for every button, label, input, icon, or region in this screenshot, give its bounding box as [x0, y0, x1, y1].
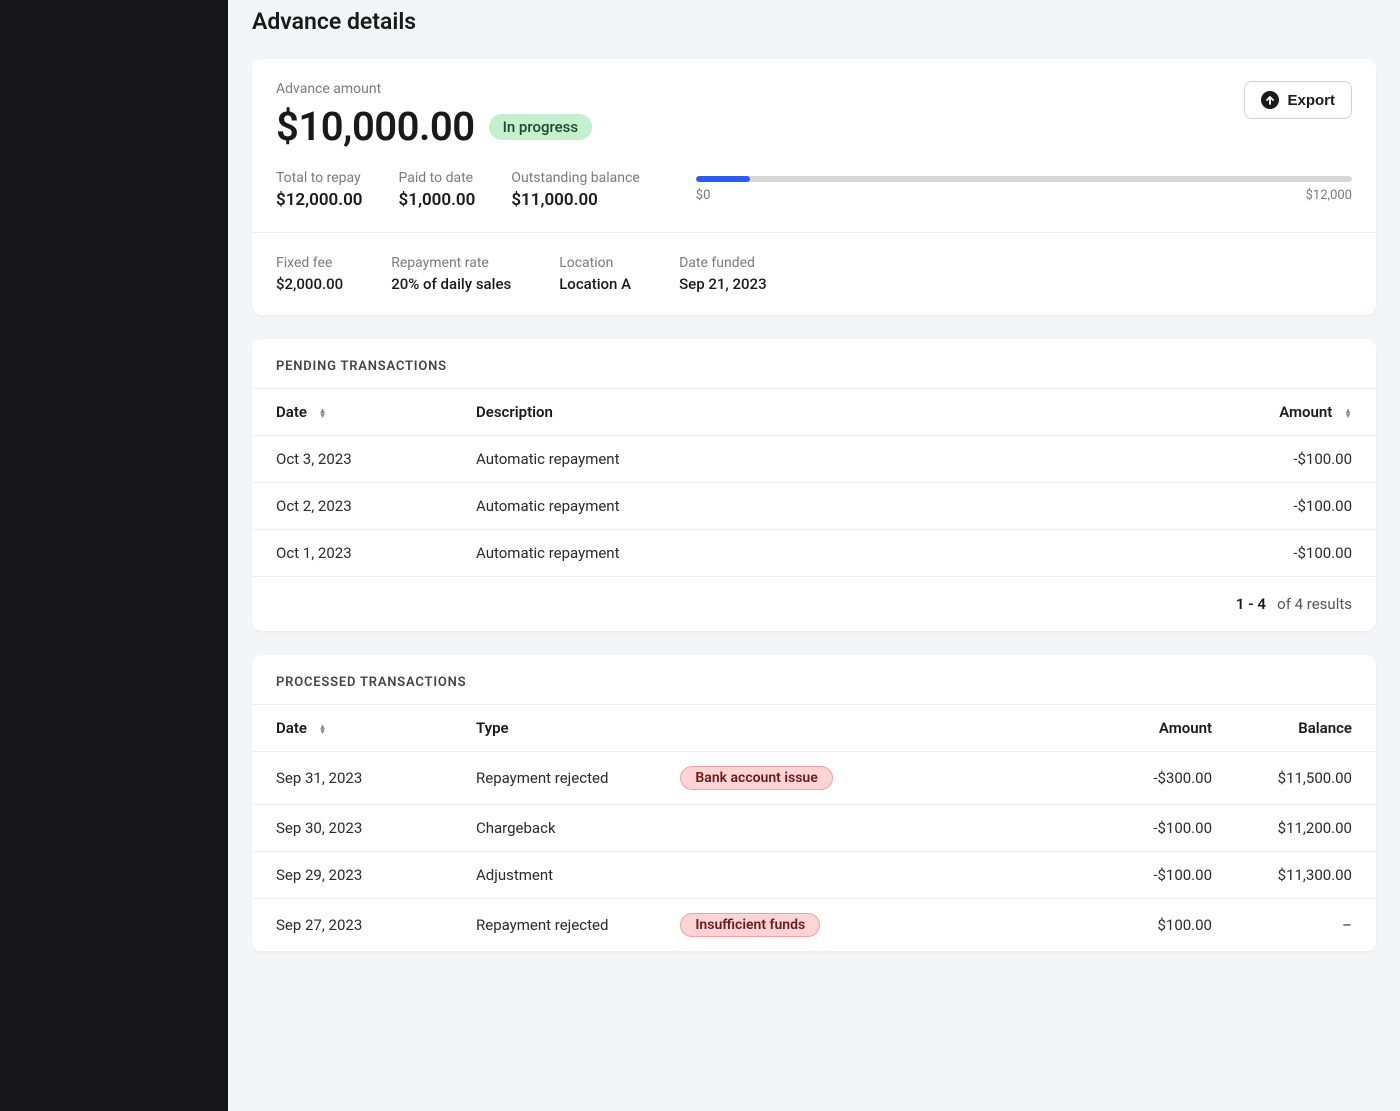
outstanding-balance: Outstanding balance $11,000.00 — [511, 170, 639, 210]
outstanding-label: Outstanding balance — [511, 170, 639, 186]
date-funded-label: Date funded — [679, 255, 767, 271]
processed-date-cell: Sep 31, 2023 — [252, 752, 452, 805]
processed-balance-cell: $11,200.00 — [1236, 805, 1376, 852]
progress-max: $12,000 — [1306, 188, 1352, 203]
table-row[interactable]: Sep 30, 2023Chargeback-$100.00$11,200.00 — [252, 805, 1376, 852]
location: Location Location A — [559, 255, 631, 293]
pagination-range: 1 - 4 — [1236, 595, 1266, 613]
processed-type-cell: Adjustment — [452, 852, 1086, 899]
total-to-repay: Total to repay $12,000.00 — [276, 170, 363, 210]
export-button[interactable]: Export — [1244, 81, 1352, 119]
fixed-fee-value: $2,000.00 — [276, 275, 343, 293]
summary-card: Advance amount $10,000.00 In progress Ex… — [252, 59, 1376, 315]
processed-table: Date ▲▼ Type Amount Balance Sep 31, 2023… — [252, 704, 1376, 952]
export-icon — [1261, 91, 1279, 109]
sort-icon: ▲▼ — [319, 408, 327, 418]
advance-amount-value: $10,000.00 — [276, 103, 475, 150]
paid-to-date: Paid to date $1,000.00 — [399, 170, 476, 210]
processed-amount-cell: -$100.00 — [1086, 805, 1236, 852]
outstanding-value: $11,000.00 — [511, 190, 639, 210]
processed-date-header[interactable]: Date ▲▼ — [252, 705, 452, 752]
processed-title: PROCESSED TRANSACTIONS — [252, 655, 1376, 704]
page-title: Advance details — [252, 0, 1376, 59]
table-row[interactable]: Oct 2, 2023Automatic repayment-$100.00 — [252, 483, 1376, 530]
fixed-fee: Fixed fee $2,000.00 — [276, 255, 343, 293]
processed-date-cell: Sep 27, 2023 — [252, 899, 452, 952]
status-badge: Insufficient funds — [680, 913, 820, 937]
processed-type-cell: Repayment rejectedInsufficient funds — [452, 899, 1086, 952]
pending-transactions-card: PENDING TRANSACTIONS Date ▲▼ Description… — [252, 339, 1376, 631]
pending-amount-cell: -$100.00 — [1226, 530, 1376, 577]
fixed-fee-label: Fixed fee — [276, 255, 343, 271]
pending-amount-cell: -$100.00 — [1226, 483, 1376, 530]
pending-pagination: 1 - 4 of 4 results — [252, 577, 1376, 631]
table-row[interactable]: Oct 3, 2023Automatic repayment-$100.00 — [252, 436, 1376, 483]
advance-amount-label: Advance amount — [276, 81, 592, 97]
table-row[interactable]: Oct 1, 2023Automatic repayment-$100.00 — [252, 530, 1376, 577]
status-badge: Bank account issue — [680, 766, 832, 790]
pagination-total: of 4 results — [1277, 595, 1352, 613]
main-content: Advance details Advance amount $10,000.0… — [228, 0, 1400, 1111]
location-value: Location A — [559, 275, 631, 293]
processed-type-cell: Chargeback — [452, 805, 1086, 852]
pending-description-cell: Automatic repayment — [452, 483, 1226, 530]
processed-balance-cell: $11,500.00 — [1236, 752, 1376, 805]
processed-amount-header[interactable]: Amount — [1086, 705, 1236, 752]
processed-balance-cell: $11,300.00 — [1236, 852, 1376, 899]
processed-type-cell: Repayment rejectedBank account issue — [452, 752, 1086, 805]
sort-icon: ▲▼ — [319, 724, 327, 734]
pending-date-cell: Oct 2, 2023 — [252, 483, 452, 530]
paid-value: $1,000.00 — [399, 190, 476, 210]
pending-amount-cell: -$100.00 — [1226, 436, 1376, 483]
processed-balance-header[interactable]: Balance — [1236, 705, 1376, 752]
processed-amount-cell: $100.00 — [1086, 899, 1236, 952]
processed-date-cell: Sep 29, 2023 — [252, 852, 452, 899]
paid-label: Paid to date — [399, 170, 476, 186]
processed-date-cell: Sep 30, 2023 — [252, 805, 452, 852]
table-row[interactable]: Sep 31, 2023Repayment rejectedBank accou… — [252, 752, 1376, 805]
progress-block: $0 $12,000 — [696, 170, 1352, 203]
date-funded: Date funded Sep 21, 2023 — [679, 255, 767, 293]
processed-type-header[interactable]: Type — [452, 705, 1086, 752]
total-label: Total to repay — [276, 170, 363, 186]
processed-transactions-card: PROCESSED TRANSACTIONS Date ▲▼ Type Amou… — [252, 655, 1376, 952]
location-label: Location — [559, 255, 631, 271]
processed-balance-cell: – — [1236, 899, 1376, 952]
pending-date-header[interactable]: Date ▲▼ — [252, 389, 452, 436]
date-funded-value: Sep 21, 2023 — [679, 275, 767, 293]
pending-description-cell: Automatic repayment — [452, 436, 1226, 483]
pending-date-cell: Oct 3, 2023 — [252, 436, 452, 483]
progress-min: $0 — [696, 188, 711, 203]
sidebar — [0, 0, 228, 1111]
table-row[interactable]: Sep 29, 2023Adjustment-$100.00$11,300.00 — [252, 852, 1376, 899]
progress-bar — [696, 176, 1352, 182]
repayment-rate: Repayment rate 20% of daily sales — [391, 255, 511, 293]
total-value: $12,000.00 — [276, 190, 363, 210]
repayment-rate-label: Repayment rate — [391, 255, 511, 271]
pending-description-header[interactable]: Description — [452, 389, 1226, 436]
pending-description-cell: Automatic repayment — [452, 530, 1226, 577]
advance-amount-block: Advance amount $10,000.00 In progress — [276, 81, 592, 150]
pending-title: PENDING TRANSACTIONS — [252, 339, 1376, 388]
pending-date-cell: Oct 1, 2023 — [252, 530, 452, 577]
export-button-label: Export — [1287, 92, 1335, 109]
pending-table: Date ▲▼ Description Amount ▲▼ Oct 3, 202… — [252, 388, 1376, 577]
processed-amount-cell: -$300.00 — [1086, 752, 1236, 805]
repayment-rate-value: 20% of daily sales — [391, 275, 511, 293]
pending-amount-header[interactable]: Amount ▲▼ — [1226, 389, 1376, 436]
table-row[interactable]: Sep 27, 2023Repayment rejectedInsufficie… — [252, 899, 1376, 952]
processed-amount-cell: -$100.00 — [1086, 852, 1236, 899]
progress-bar-fill — [696, 176, 751, 182]
status-badge: In progress — [489, 114, 593, 140]
sort-icon: ▲▼ — [1344, 408, 1352, 418]
